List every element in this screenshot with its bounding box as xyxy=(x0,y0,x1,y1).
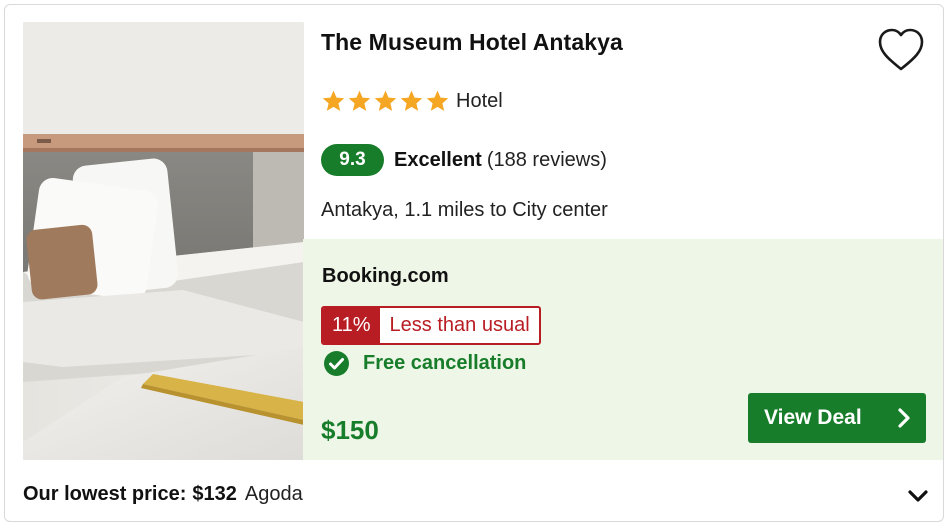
lowest-price-value: $132 xyxy=(192,483,237,505)
property-type: Hotel xyxy=(456,90,503,112)
free-cancellation-label: Free cancellation xyxy=(363,352,527,374)
star-icon xyxy=(374,90,397,111)
hotel-result-card[interactable]: The Museum Hotel Antakya Hotel 9.3 Excel… xyxy=(4,4,944,522)
rating-label: Excellent xyxy=(394,148,482,171)
view-deal-button[interactable]: View Deal xyxy=(748,393,926,443)
hotel-stars xyxy=(321,89,450,114)
discount-percent: 11% xyxy=(323,308,380,343)
expand-prices-button[interactable] xyxy=(905,484,931,508)
discount-text: Less than usual xyxy=(389,314,530,336)
check-circle-icon xyxy=(324,351,349,376)
cancellation-info: Free cancellation xyxy=(323,350,526,377)
guest-rating: 9.3 Excellent (188 reviews) xyxy=(321,144,607,176)
deal-price: $150 xyxy=(321,415,379,445)
heart-outline-icon xyxy=(878,28,924,71)
deal-panel[interactable]: Booking.com 11% Less than usual Free can… xyxy=(303,239,943,460)
chevron-down-icon xyxy=(908,490,928,502)
hotel-name[interactable]: The Museum Hotel Antakya xyxy=(321,29,623,56)
hotel-photo[interactable] xyxy=(23,22,304,460)
hotel-location: Antakya, 1.1 miles to City center xyxy=(321,199,608,221)
lowest-price-row[interactable]: Our lowest price: $132 Agoda xyxy=(23,483,303,506)
lowest-price-provider: Agoda xyxy=(244,483,303,505)
deal-provider: Booking.com xyxy=(322,265,449,287)
star-icon xyxy=(400,90,423,111)
lowest-price-label: Our lowest price: xyxy=(23,483,187,505)
discount-badge: 11% Less than usual xyxy=(321,306,541,345)
favorite-button[interactable] xyxy=(875,25,927,75)
view-deal-label: View Deal xyxy=(764,406,862,429)
chevron-right-icon xyxy=(898,408,910,428)
score-badge: 9.3 xyxy=(321,144,384,176)
star-rating-row: Hotel xyxy=(321,89,503,114)
star-icon xyxy=(322,90,345,111)
hotel-room-image xyxy=(23,22,304,460)
review-count: (188 reviews) xyxy=(486,148,607,171)
star-icon xyxy=(426,90,449,111)
star-icon xyxy=(348,90,371,111)
